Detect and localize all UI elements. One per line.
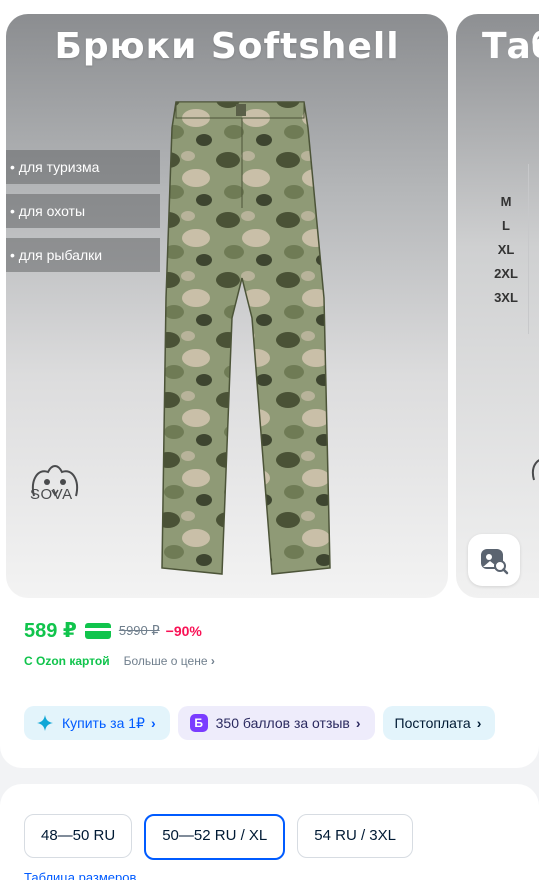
points-for-review-chip[interactable]: Б 350 баллов за отзыв › xyxy=(177,706,375,740)
discount-badge: −90% xyxy=(165,622,202,639)
feature-label: для туризма xyxy=(6,150,160,184)
chevron-right-icon: › xyxy=(476,715,482,731)
size-table-cell: XL xyxy=(497,242,515,257)
price-subline: С Ozon картой Больше о цене xyxy=(24,654,215,668)
image-search-icon xyxy=(481,549,509,575)
chip-label: Постоплата xyxy=(394,715,471,731)
promo-chips-row: Купить за 1₽ › Б 350 баллов за отзыв › П… xyxy=(24,706,496,740)
size-table-cell: 3XL xyxy=(494,290,518,305)
size-option[interactable]: 54 RU / 3XL xyxy=(297,814,413,858)
chip-label: 350 баллов за отзыв xyxy=(215,715,350,731)
size-table-column: M L XL 2XL 3XL xyxy=(486,190,526,310)
price-row: 589 ₽ 5990 ₽ −90% xyxy=(24,618,202,643)
size-option-selected[interactable]: 50—52 RU / XL xyxy=(144,814,286,860)
more-price-link[interactable]: Больше о цене xyxy=(124,654,215,668)
image-search-button[interactable] xyxy=(468,534,520,586)
size-selector-block: 48—50 RU 50—52 RU / XL 54 RU / 3XL Табли… xyxy=(0,784,539,880)
buy-for-1-ruble-chip[interactable]: Купить за 1₽ › xyxy=(24,706,170,740)
chevron-right-icon: › xyxy=(355,715,361,731)
image-gallery[interactable]: Брюки Softshell для туризма для охоты дл… xyxy=(0,0,539,610)
postpay-chip[interactable]: Постоплата › xyxy=(382,706,496,740)
current-price: 589 ₽ xyxy=(24,620,77,642)
feature-label: для рыбалки xyxy=(6,238,160,272)
size-table-cell: L xyxy=(502,218,510,233)
product-page: Брюки Softshell для туризма для охоты дл… xyxy=(0,0,539,880)
size-options: 48—50 RU 50—52 RU / XL 54 RU / 3XL xyxy=(24,814,413,860)
size-table-cell: 2XL xyxy=(494,266,518,281)
chip-label: Купить за 1₽ xyxy=(62,715,145,731)
size-table-link[interactable]: Таблица размеров xyxy=(24,870,136,880)
size-table-cell: M xyxy=(500,194,512,209)
old-price: 5990 ₽ xyxy=(118,622,160,638)
pants-image xyxy=(161,101,331,575)
size-option[interactable]: 48—50 RU xyxy=(24,814,133,858)
sova-logo xyxy=(532,459,539,481)
ozon-card-icon xyxy=(84,622,111,639)
sova-logo-text: SOVA xyxy=(30,486,73,503)
gallery-image-main[interactable]: Брюки Softshell для туризма для охоты дл… xyxy=(6,14,448,598)
sparkle-icon xyxy=(37,715,53,731)
gallery-image-next[interactable]: Таб M L XL 2XL 3XL xyxy=(456,14,539,598)
image-title: Брюки Softshell xyxy=(54,26,400,67)
points-badge-icon: Б xyxy=(189,714,208,732)
chevron-right-icon: › xyxy=(150,715,156,731)
sova-logo xyxy=(32,465,78,497)
promo-chips-block: Купить за 1₽ › Б 350 баллов за отзыв › П… xyxy=(0,690,539,768)
image-title: Таб xyxy=(482,26,539,67)
ozon-card-label: С Ozon картой xyxy=(24,654,110,668)
price-block: 589 ₽ 5990 ₽ −90% С Ozon картой Больше о… xyxy=(0,598,539,690)
table-divider xyxy=(528,164,529,334)
feature-label: для охоты xyxy=(6,194,160,228)
